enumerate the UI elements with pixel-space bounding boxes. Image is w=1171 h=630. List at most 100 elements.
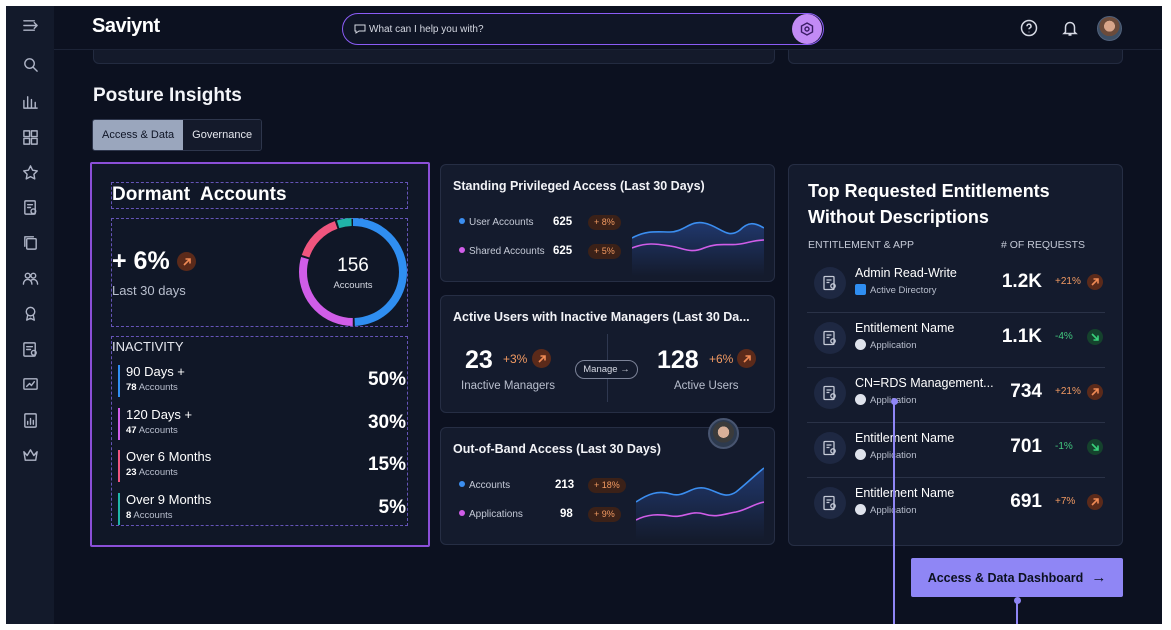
row-color-bar <box>118 365 120 397</box>
inactivity-unit: Accounts <box>138 425 178 436</box>
users-icon[interactable] <box>19 267 41 289</box>
oob-accounts-value: 213 <box>555 479 575 491</box>
entitlement-row[interactable]: Entitlement Name Application 1.1K -4% <box>807 312 1105 366</box>
inactivity-row[interactable]: 90 Days + 78 Accounts 50% <box>118 363 408 397</box>
request-count: 701 <box>1010 436 1042 457</box>
help-icon[interactable] <box>1020 19 1038 37</box>
review-icon[interactable] <box>19 338 41 360</box>
application-icon <box>855 504 866 515</box>
trend-up-icon <box>1087 384 1103 400</box>
analytics-icon[interactable] <box>19 90 41 112</box>
collaborator-avatar <box>708 418 739 449</box>
arrow-right-icon: → <box>1091 569 1107 586</box>
sidebar <box>6 6 54 624</box>
inactivity-label: 90 Days + <box>126 364 185 379</box>
change-badge: + 18% <box>588 478 626 493</box>
trend-up-icon <box>177 252 196 271</box>
inactivity-label: Over 6 Months <box>126 449 212 464</box>
inactivity-count-line: 78 Accounts <box>126 382 178 393</box>
entitlement-name: Admin Read-Write <box>855 266 957 280</box>
row-color-bar <box>118 408 120 440</box>
inactivity-count-line: 47 Accounts <box>126 425 178 436</box>
annotation-line <box>893 402 895 624</box>
inactivity-row[interactable]: 120 Days + 47 Accounts 30% <box>118 406 408 440</box>
trend-up-icon <box>1087 494 1103 510</box>
request-icon[interactable] <box>19 196 41 218</box>
change-badge: + 9% <box>588 507 621 522</box>
ai-assistant-button[interactable] <box>792 14 822 44</box>
certification-icon[interactable] <box>19 302 41 324</box>
notification-bell-icon[interactable] <box>1061 19 1079 37</box>
entitlement-icon <box>814 267 846 299</box>
dormant-period: Last 30 days <box>112 283 186 298</box>
inactive-managers-value: 23 <box>465 346 493 374</box>
card-stub-left <box>93 50 775 64</box>
legend-accounts: Accounts <box>459 480 510 491</box>
tab-access-data[interactable]: Access & Data <box>93 120 184 150</box>
entitlement-icon <box>814 322 846 354</box>
monitor-icon[interactable] <box>19 373 41 395</box>
manage-button[interactable]: Manage → <box>575 360 638 379</box>
inactivity-percent: 50% <box>367 369 406 390</box>
saviynt-logo[interactable]: Saviynt <box>92 15 160 38</box>
entitlement-row[interactable]: Entitlement Name Application 691 +7% <box>807 477 1105 531</box>
donut-label: Accounts <box>333 280 373 291</box>
arrow-right-icon: → <box>620 364 630 375</box>
dormant-title: Dormant Accounts <box>112 184 287 205</box>
user-accounts-value: 625 <box>553 216 573 228</box>
entitlement-name: Entitlement Name <box>855 321 955 335</box>
app-label: Active Directory <box>870 285 937 296</box>
entitlement-name: Entitlement Name <box>855 431 955 445</box>
search-input[interactable] <box>369 21 769 38</box>
trend-up-icon <box>737 349 756 368</box>
search-icon[interactable] <box>19 53 41 75</box>
star-icon[interactable] <box>19 161 41 183</box>
inactivity-row[interactable]: Over 9 Months 8 Accounts 5% <box>118 491 408 525</box>
tab-governance[interactable]: Governance <box>183 120 262 150</box>
legend-label: Accounts <box>469 480 511 491</box>
standing-title: Standing Privileged Access (Last 30 Days… <box>453 179 705 193</box>
request-change: -1% <box>1055 441 1073 452</box>
assistant-search-bar[interactable] <box>342 13 824 45</box>
oob-applications-value: 98 <box>560 508 573 520</box>
manage-label: Manage <box>583 364 618 375</box>
trend-down-icon <box>1087 329 1103 345</box>
access-data-dashboard-button[interactable]: Access & Data Dashboard → <box>911 558 1123 597</box>
entitlement-app: Active Directory <box>855 284 937 296</box>
entitlements-title: Top Requested Entitlements Without Descr… <box>808 181 1050 227</box>
outofband-sparkline <box>636 467 764 540</box>
inactive-managers-change: +3% <box>503 352 528 366</box>
entitlement-app: Application <box>855 449 916 461</box>
active-directory-icon <box>855 284 866 295</box>
entitlement-app: Application <box>855 394 916 406</box>
ai-icon <box>800 22 814 36</box>
entitlement-row[interactable]: Admin Read-Write Active Directory 1.2K +… <box>807 257 1105 311</box>
inactivity-count-line: 8 Accounts <box>126 510 173 521</box>
user-avatar[interactable] <box>1097 16 1122 41</box>
copy-icon[interactable] <box>19 231 41 253</box>
inactivity-percent: 30% <box>367 412 406 433</box>
entitlement-icon <box>814 432 846 464</box>
entitlement-name: CN=RDS Management... <box>855 376 994 390</box>
inactivity-unit: Accounts <box>133 510 173 521</box>
inactivity-count: 23 <box>126 467 137 478</box>
menu-icon[interactable] <box>19 14 41 36</box>
crown-icon[interactable] <box>19 444 41 466</box>
dashboard-icon[interactable] <box>19 126 41 148</box>
app-window: Saviynt Posture Insights Access & Data G… <box>6 6 1162 624</box>
entitlement-app: Application <box>855 504 916 516</box>
inactivity-title: INACTIVITY <box>112 339 184 354</box>
inactivity-count: 78 <box>126 382 137 393</box>
report-icon[interactable] <box>19 409 41 431</box>
entitlement-row[interactable]: CN=RDS Management... Application 734 +21… <box>807 367 1105 421</box>
inactivity-percent: 5% <box>378 497 406 518</box>
change-badge: + 8% <box>588 215 621 230</box>
inactive-managers-caption: Inactive Managers <box>461 380 555 392</box>
inactivity-row[interactable]: Over 6 Months 23 Accounts 15% <box>118 448 408 482</box>
application-icon <box>855 394 866 405</box>
column-header-requests: # OF REQUESTS <box>1001 239 1086 251</box>
managers-title: Active Users with Inactive Managers (Las… <box>453 310 750 324</box>
request-count: 734 <box>1010 381 1042 402</box>
legend-dot <box>459 247 465 253</box>
entitlement-row[interactable]: Entitlement Name Application 701 -1% <box>807 422 1105 476</box>
